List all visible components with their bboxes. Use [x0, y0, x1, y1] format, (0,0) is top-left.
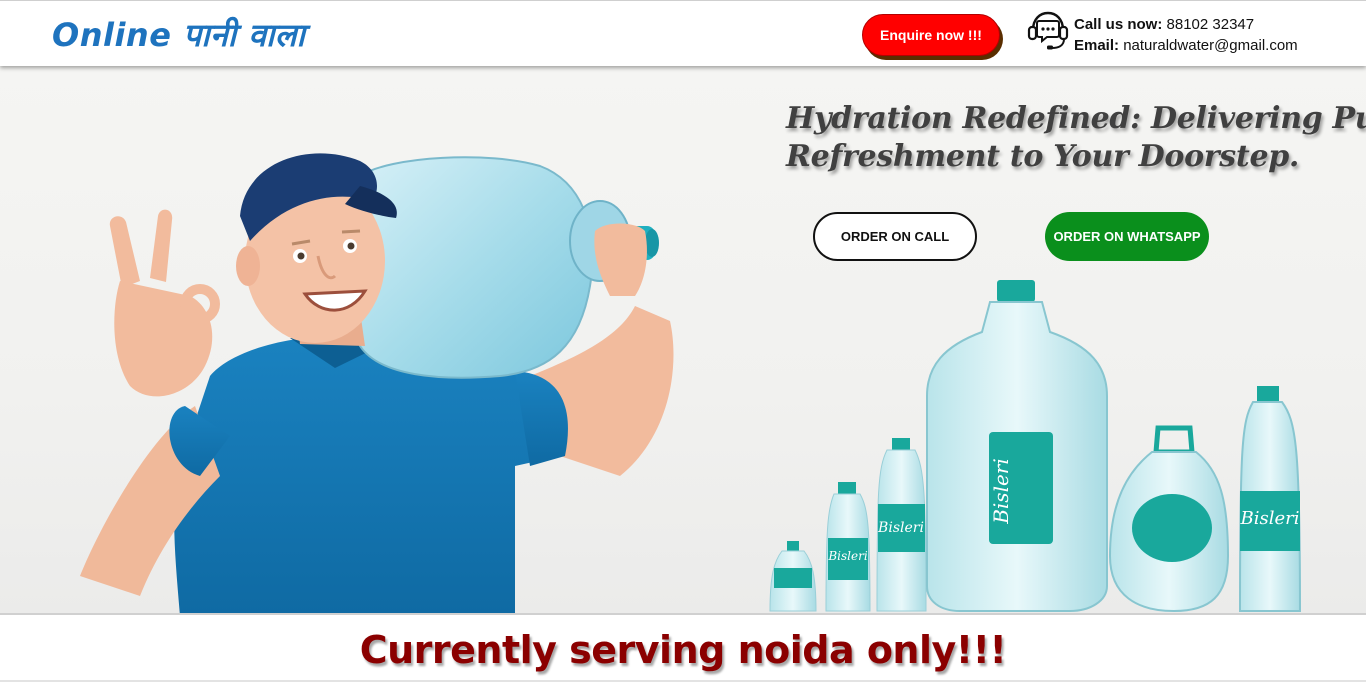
- enquire-now-button[interactable]: Enquire now !!!: [862, 14, 1000, 56]
- bottle-brand-20l: Bisleri: [989, 458, 1013, 525]
- phone-link[interactable]: 88102 32347: [1167, 16, 1255, 33]
- tagline-line-2: Refreshment to Your Doorstep.: [786, 139, 1300, 174]
- delivery-man-image: [80, 153, 674, 614]
- call-label: Call us now:: [1074, 16, 1163, 33]
- tagline-line-1: Hydration Redefined: Delivering Pure: [786, 101, 1366, 136]
- bottle-1l: Bisleri: [876, 438, 927, 612]
- headset-chat-icon: [1027, 11, 1069, 50]
- bottle-brand-500ml: Bisleri: [827, 549, 867, 563]
- hero-tagline: Hydration Redefined: Delivering Pure Ref…: [786, 100, 1366, 176]
- bottle-2l: Bisleri: [1238, 386, 1302, 612]
- hero-divider: [0, 613, 1366, 615]
- site-header: Online पानी वाला Enquire now !!! Call us…: [0, 0, 1366, 66]
- bottle-brand-2l: Bisleri: [1240, 508, 1300, 529]
- email-label: Email:: [1074, 37, 1120, 54]
- email-row: Email: naturaldwater@gmail.com: [1074, 35, 1298, 56]
- order-on-call-button[interactable]: ORDER ON CALL: [813, 212, 977, 261]
- contact-info: Call us now: 88102 32347 Email: naturald…: [1074, 14, 1298, 56]
- bottle-brand-1l: Bisleri: [877, 520, 924, 536]
- email-link[interactable]: naturaldwater@gmail.com: [1123, 37, 1297, 54]
- order-on-whatsapp-button[interactable]: ORDER ON WHATSAPP: [1045, 212, 1209, 261]
- bottle-500ml: Bisleri: [825, 482, 871, 612]
- bottle-20l-jar: Bisleri: [926, 280, 1108, 612]
- bottles-product-image: Bisleri Bisleri Bisleri Bisleri: [769, 280, 1302, 613]
- bottle-5l: [1108, 425, 1230, 613]
- call-row: Call us now: 88102 32347: [1074, 14, 1298, 35]
- hero-section: Hydration Redefined: Delivering Pure Ref…: [0, 66, 1366, 614]
- site-logo[interactable]: Online पानी वाला: [52, 13, 305, 56]
- bottle-small: [769, 541, 817, 612]
- serving-area-banner: Currently serving noida only!!!: [359, 628, 1007, 672]
